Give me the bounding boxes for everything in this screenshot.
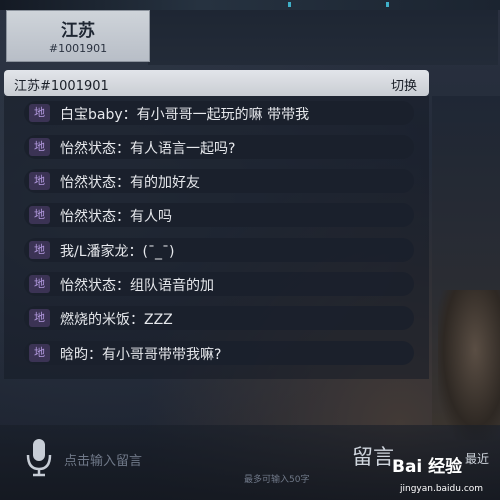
indicator-mark xyxy=(288,2,291,7)
chat-message: 地 白宝baby：有小哥哥一起玩的嘛 带带我 xyxy=(24,101,414,125)
region-badge: 地 xyxy=(29,344,50,362)
message-text: 我/L潘家龙：(¯_¯) xyxy=(60,244,175,260)
message-text: 白宝baby：有小哥哥一起玩的嘛 带带我 xyxy=(60,107,310,123)
region-badge: 地 xyxy=(29,206,50,224)
region-badge: 地 xyxy=(29,309,50,327)
watermark-logo: Bai 经验 xyxy=(392,457,463,477)
top-right-panel xyxy=(148,10,498,65)
chat-message: 地 我/L潘家龙：(¯_¯) xyxy=(24,238,414,262)
region-badge: 地 xyxy=(29,241,50,259)
region-badge: 地 xyxy=(29,138,50,156)
region-badge: 地 xyxy=(29,172,50,190)
post-message-button[interactable]: 留言 xyxy=(352,441,394,471)
switch-channel-button[interactable]: 切换 xyxy=(391,75,417,94)
indicator-mark xyxy=(386,2,389,7)
channel-id: #1001901 xyxy=(48,42,108,55)
chat-message: 地 晗昀：有小哥哥带带我嘛? xyxy=(24,341,414,365)
region-badge: 地 xyxy=(29,275,50,293)
char-limit-hint: 最多可输入50字 xyxy=(244,475,310,485)
message-text: 怡然状态：有的加好友 xyxy=(60,175,200,191)
watermark: Bai 经验 jingyan.baidu.com xyxy=(392,452,500,498)
chat-channel-title: 江苏#1001901 xyxy=(14,79,109,94)
watermark-url: jingyan.baidu.com xyxy=(400,484,484,494)
channel-tab[interactable]: 江苏 #1001901 xyxy=(6,10,150,62)
top-strip xyxy=(0,0,500,10)
character-figure xyxy=(438,290,500,440)
chat-header: 江苏#1001901 切换 xyxy=(4,70,429,96)
message-text: 怡然状态：有人语言一起吗? xyxy=(60,141,236,157)
chat-message: 地 怡然状态：有人吗 xyxy=(24,203,414,227)
chat-message: 地 怡然状态：组队语音的加 xyxy=(24,272,414,296)
message-input[interactable] xyxy=(62,448,336,474)
microphone-icon[interactable] xyxy=(24,437,54,477)
chat-message: 地 燃烧的米饭：ZZZ xyxy=(24,306,414,330)
message-text: 怡然状态：组队语音的加 xyxy=(60,278,214,294)
channel-name: 江苏 xyxy=(61,21,95,41)
chat-message: 地 怡然状态：有的加好友 xyxy=(24,169,414,193)
message-text: 燃烧的米饭：ZZZ xyxy=(60,312,173,328)
message-text: 晗昀：有小哥哥带带我嘛? xyxy=(60,347,222,363)
chat-message: 地 怡然状态：有人语言一起吗? xyxy=(24,135,414,159)
message-text: 怡然状态：有人吗 xyxy=(60,209,172,225)
region-badge: 地 xyxy=(29,104,50,122)
